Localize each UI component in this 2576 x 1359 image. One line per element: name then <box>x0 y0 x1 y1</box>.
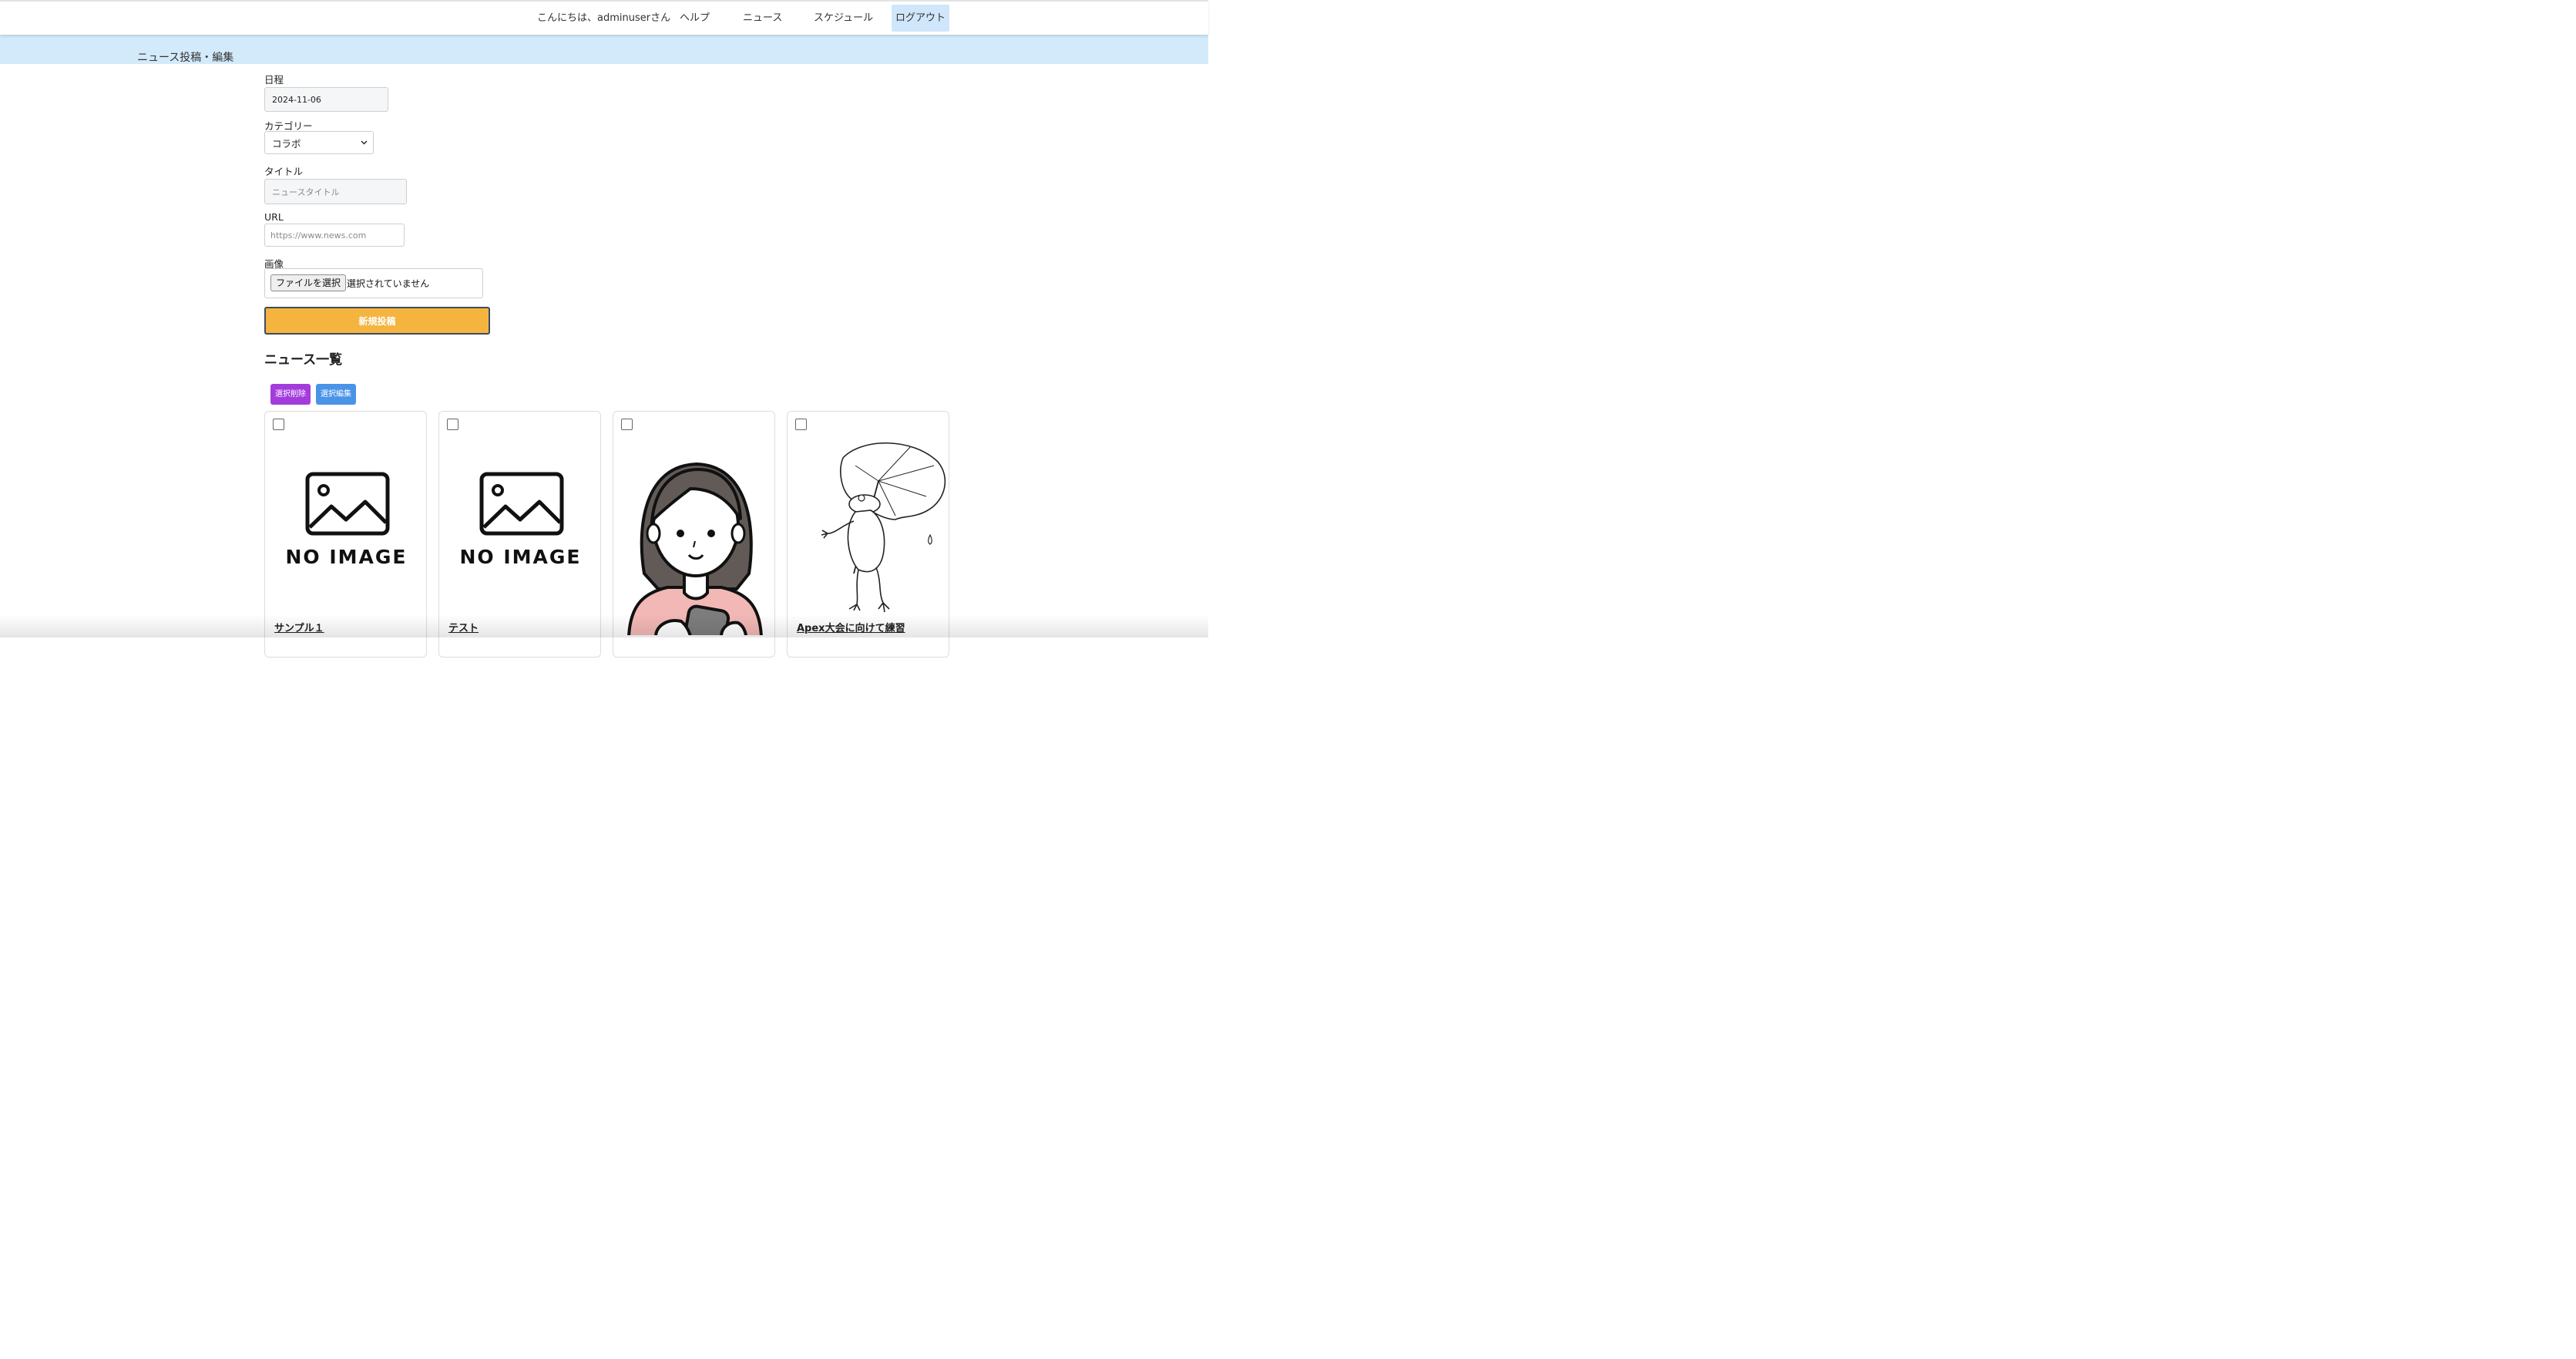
card-checkbox[interactable] <box>621 419 633 430</box>
news-list-title: ニュース一覧 <box>264 352 343 368</box>
news-card[interactable]: NO IMAGE テスト <box>438 411 601 658</box>
page-title: ニュース投稿・編集 <box>137 52 234 64</box>
date-value: 2024-11-06 <box>272 94 321 105</box>
news-card[interactable] <box>613 411 775 658</box>
card-checkbox[interactable] <box>273 419 284 430</box>
no-image-text: NO IMAGE <box>285 546 408 568</box>
nav-help-link[interactable]: ヘルプ <box>680 5 710 32</box>
page-header-band: ニュース投稿・編集 <box>0 35 1208 64</box>
url-placeholder: https://www.news.com <box>270 230 367 241</box>
no-image-icon <box>305 472 390 536</box>
card-checkbox[interactable] <box>795 419 807 430</box>
new-post-button[interactable]: 新規投稿 <box>264 307 490 335</box>
url-input[interactable]: https://www.news.com <box>264 224 405 247</box>
url-label: URL <box>264 211 284 223</box>
frog-umbrella-illustration <box>821 442 946 613</box>
title-label: タイトル <box>264 166 304 177</box>
card-title[interactable]: サンプル１ <box>274 620 324 634</box>
delete-selected-button[interactable]: 選択削除 <box>270 384 311 405</box>
image-file-input[interactable]: ファイルを選択 選択されていません <box>264 268 483 298</box>
nav-schedule-link[interactable]: スケジュール <box>814 5 873 32</box>
chevron-down-icon <box>361 140 368 145</box>
greeting-text: こんにちは、adminuserさん <box>537 12 671 24</box>
edit-selected-button[interactable]: 選択編集 <box>316 384 356 405</box>
card-title[interactable]: Apex大会に向けて練習 <box>797 620 905 634</box>
category-select[interactable]: コラボ <box>264 131 374 154</box>
file-status-text: 選択されていません <box>347 278 430 289</box>
title-placeholder: ニュースタイトル <box>272 187 340 197</box>
woman-smartphone-illustration <box>627 462 763 635</box>
date-input[interactable]: 2024-11-06 <box>264 87 388 112</box>
nav-news-link[interactable]: ニュース <box>743 5 782 32</box>
category-selected-value: コラボ <box>272 137 301 150</box>
no-image-icon <box>479 472 564 536</box>
choose-file-button[interactable]: ファイルを選択 <box>270 274 347 291</box>
no-image-text: NO IMAGE <box>459 546 582 568</box>
logout-button[interactable]: ログアウト <box>892 5 949 32</box>
date-label: 日程 <box>264 74 284 86</box>
card-checkbox[interactable] <box>447 419 458 430</box>
card-title[interactable]: テスト <box>448 620 479 634</box>
top-nav-bar: こんにちは、adminuserさん ヘルプ ニュース スケジュール ログアウト <box>0 0 1208 35</box>
news-card[interactable]: NO IMAGE サンプル１ <box>264 411 427 658</box>
news-card[interactable]: Apex大会に向けて練習 <box>787 411 949 658</box>
scroll-shadow <box>0 614 1208 637</box>
title-input[interactable]: ニュースタイトル <box>264 179 407 204</box>
